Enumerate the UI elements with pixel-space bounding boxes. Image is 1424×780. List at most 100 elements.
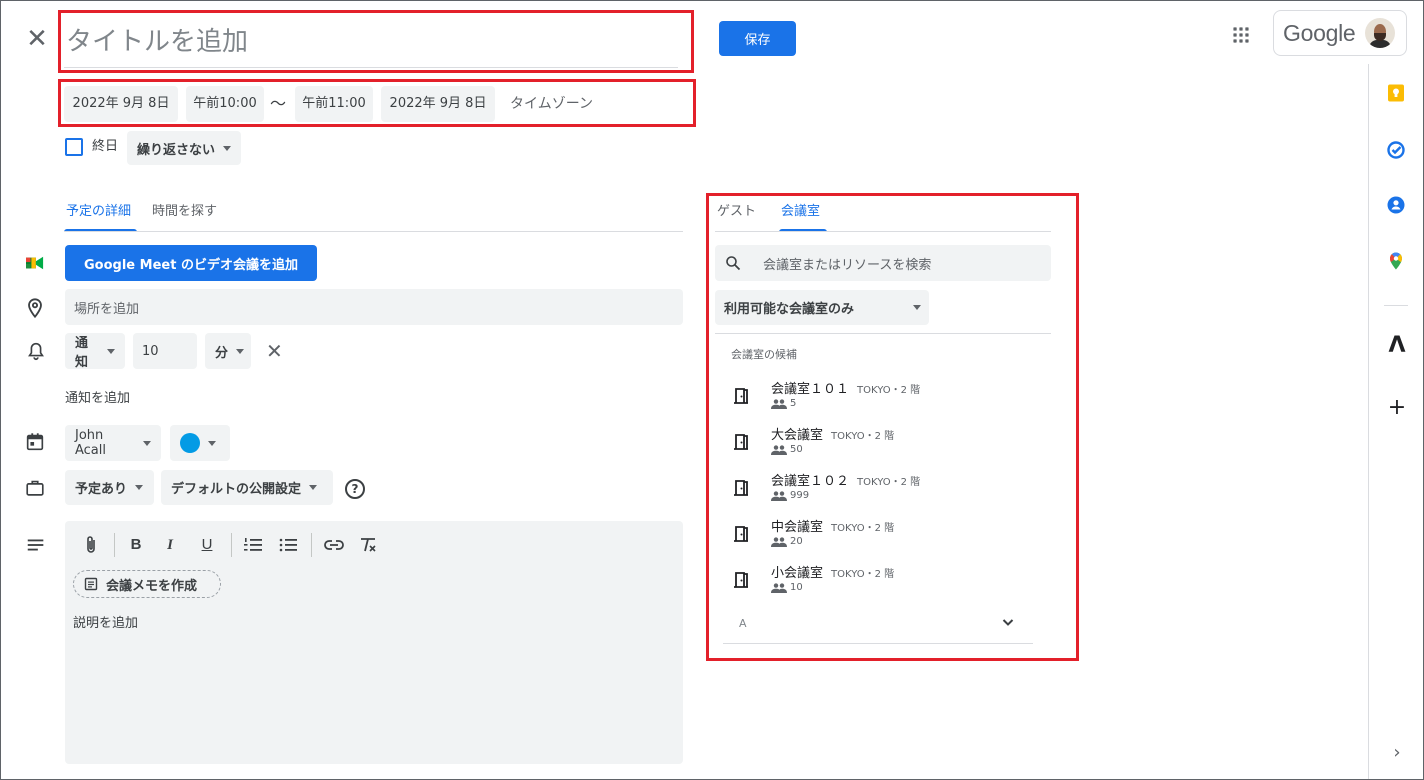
- availability-dropdown[interactable]: 予定あり: [65, 470, 154, 505]
- create-meeting-notes-label: 会議メモを作成: [106, 578, 198, 594]
- tabs-divider: [715, 231, 1051, 232]
- door-icon: [734, 480, 748, 496]
- visibility-dropdown[interactable]: デフォルトの公開設定: [161, 470, 333, 505]
- description-lines-icon: [27, 539, 44, 551]
- search-icon: [726, 256, 741, 271]
- event-color-dropdown[interactable]: [170, 425, 230, 461]
- bell-icon: [28, 342, 44, 361]
- close-icon[interactable]: ✕: [22, 24, 52, 54]
- tabs-divider: [64, 231, 683, 232]
- account-chip[interactable]: Google: [1273, 10, 1407, 56]
- notification-unit-label: 分: [215, 345, 229, 361]
- description-editor[interactable]: [65, 521, 683, 764]
- bulleted-list-icon[interactable]: [278, 536, 298, 554]
- door-icon: [734, 572, 748, 588]
- more-rooms-section-label: A: [739, 617, 747, 630]
- italic-icon[interactable]: I: [160, 534, 180, 556]
- room-location: TOKYO・2 階: [831, 523, 895, 534]
- maps-icon[interactable]: [1386, 251, 1406, 271]
- briefcase-icon: [26, 480, 44, 496]
- calendar-owner-label: John Acall: [75, 428, 107, 458]
- apps-grid-icon[interactable]: [1228, 22, 1254, 48]
- description-placeholder: 説明を追加: [73, 616, 139, 631]
- notification-type-dropdown[interactable]: 通知: [65, 333, 125, 370]
- people-icon: [771, 536, 787, 547]
- save-button[interactable]: 保存: [719, 21, 796, 56]
- expand-panel-icon[interactable]: ›: [1386, 742, 1408, 764]
- room-item[interactable]: 小会議室 TOKYO・2 階 10: [729, 558, 1059, 600]
- numbered-list-icon[interactable]: [243, 536, 263, 554]
- tab-rooms[interactable]: 会議室: [781, 203, 820, 221]
- clear-format-icon[interactable]: [358, 536, 378, 554]
- avatar: [1365, 18, 1396, 48]
- room-search-placeholder: 会議室またはリソースを検索: [763, 257, 932, 273]
- room-item[interactable]: 会議室１０１ TOKYO・2 階 5: [729, 374, 1059, 416]
- end-date-chip[interactable]: 2022年 9月 8日: [381, 86, 495, 122]
- chevron-down-icon: [223, 145, 232, 151]
- room-name: 会議室１０２: [771, 474, 850, 489]
- timezone-link[interactable]: タイムゾーン: [510, 86, 593, 122]
- door-icon: [734, 388, 748, 404]
- room-capacity: 10: [790, 582, 803, 593]
- repeat-dropdown[interactable]: 繰り返さない: [127, 131, 242, 165]
- chevron-down-icon: [208, 440, 216, 446]
- room-location: TOKYO・2 階: [857, 385, 921, 396]
- keep-icon[interactable]: [1386, 83, 1406, 103]
- toolbar-divider: [114, 533, 115, 557]
- visibility-label: デフォルトの公開設定: [171, 482, 302, 497]
- add-google-meet-button[interactable]: Google Meet のビデオ会議を追加: [65, 245, 317, 281]
- repeat-label: 繰り返さない: [137, 142, 216, 158]
- room-search-input[interactable]: 会議室またはリソースを検索: [715, 245, 1051, 281]
- people-icon: [771, 582, 787, 593]
- notification-value: 10: [142, 343, 159, 359]
- room-item[interactable]: 大会議室 TOKYO・2 階 50: [729, 420, 1059, 462]
- room-item[interactable]: 中会議室 TOKYO・2 階 20: [729, 512, 1059, 554]
- chevron-down-icon: [913, 305, 921, 310]
- notes-icon: [84, 577, 98, 591]
- location-placeholder: 場所を追加: [74, 301, 140, 317]
- door-icon: [734, 434, 748, 450]
- underline-icon[interactable]: U: [197, 534, 217, 556]
- attach-icon[interactable]: [82, 534, 100, 556]
- link-icon[interactable]: [323, 536, 345, 554]
- start-time-chip[interactable]: 午前10:00: [186, 86, 264, 122]
- notification-value-input[interactable]: 10: [133, 333, 197, 369]
- tasks-icon[interactable]: [1386, 140, 1406, 160]
- filter-divider: [715, 333, 1051, 334]
- calendar-owner-dropdown[interactable]: John Acall: [65, 425, 161, 461]
- end-time-chip[interactable]: 午前11:00: [295, 86, 373, 122]
- google-logo: Google: [1283, 19, 1356, 46]
- side-rail-separator: [1384, 305, 1408, 306]
- room-capacity: 50: [790, 444, 803, 455]
- notification-unit-dropdown[interactable]: 分: [205, 333, 251, 369]
- calendar-icon: [26, 433, 44, 451]
- remove-notification-icon[interactable]: ✕: [266, 338, 283, 364]
- room-capacity: 5: [790, 398, 797, 409]
- title-input[interactable]: [64, 16, 678, 68]
- room-name: 中会議室: [771, 520, 824, 535]
- color-swatch: [180, 433, 200, 453]
- add-notification-link[interactable]: 通知を追加: [65, 387, 130, 406]
- help-icon[interactable]: ?: [345, 479, 365, 499]
- create-meeting-notes-button[interactable]: 会議メモを作成: [73, 570, 221, 598]
- bold-icon[interactable]: B: [126, 534, 146, 556]
- add-addon-icon[interactable]: +: [1386, 397, 1408, 419]
- room-filter-dropdown[interactable]: 利用可能な会議室のみ: [715, 290, 929, 325]
- tab-find-time[interactable]: 時間を探す: [152, 203, 217, 221]
- lambda-addon-icon[interactable]: Λ: [1386, 335, 1408, 357]
- chevron-down-icon: [309, 485, 318, 490]
- room-name: 小会議室: [771, 566, 824, 581]
- all-day-checkbox[interactable]: [65, 138, 83, 156]
- toolbar-divider: [311, 533, 312, 557]
- room-item[interactable]: 会議室１０２ TOKYO・2 階 999: [729, 466, 1059, 508]
- notification-type-label: 通知: [75, 336, 89, 370]
- room-location: TOKYO・2 階: [831, 569, 895, 580]
- location-input[interactable]: 場所を追加: [65, 289, 683, 325]
- tab-guests[interactable]: ゲスト: [717, 203, 756, 221]
- start-date-chip[interactable]: 2022年 9月 8日: [64, 86, 178, 122]
- contacts-icon[interactable]: [1386, 195, 1406, 215]
- tab-event-details[interactable]: 予定の詳細: [66, 203, 131, 221]
- google-meet-icon: [26, 256, 44, 270]
- room-location: TOKYO・2 階: [831, 431, 895, 442]
- chevron-down-icon[interactable]: [1000, 614, 1016, 630]
